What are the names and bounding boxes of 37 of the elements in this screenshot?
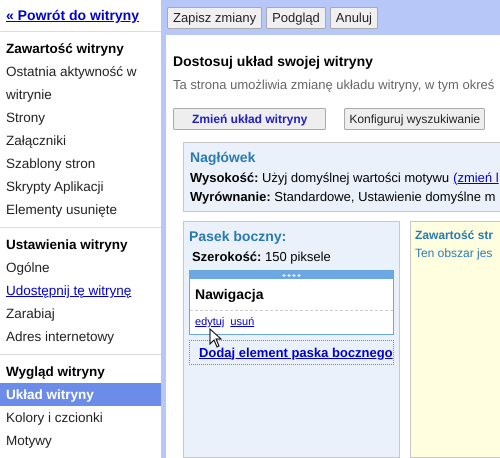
section-heading: Wygląd witryny (5, 363, 106, 381)
sidebar-item[interactable]: Adres internetowy (0, 325, 161, 348)
cursor-icon (209, 328, 222, 348)
action-button[interactable]: Zmień układ witryny (173, 108, 326, 130)
back-link[interactable]: « Powrót do witryny (6, 5, 140, 26)
sidebar-item[interactable]: Szablony stron (0, 152, 161, 175)
change-link[interactable]: (zmień l (453, 168, 499, 187)
sidebar-item[interactable]: Kolory i czcionki (0, 406, 161, 429)
sidebar-item[interactable]: Zarabiaj (0, 302, 161, 325)
sidebar-item[interactable]: Strony (0, 106, 161, 129)
sidebar-item[interactable]: Elementy usunięte (0, 198, 161, 221)
toolbar-button[interactable]: Podgląd (266, 6, 326, 28)
setting-text: Wyrównanie: Standardowe, Ustawienie domyślne m (190, 188, 496, 206)
sidebar-item[interactable]: Ogólne (0, 256, 161, 279)
panel-title: Zawartość str (415, 226, 494, 244)
panel-title: Nagłówek (190, 148, 256, 167)
toolbar-button[interactable]: Anuluj (330, 6, 378, 28)
gadget-title: Nawigacja (190, 279, 393, 311)
sidebar-item[interactable]: Ostatnia aktywność w witrynie (0, 60, 161, 106)
page-title: Dostosuj układ swojej witryny (173, 52, 374, 71)
sidebar-item[interactable]: Skrypty Aplikacji (0, 175, 161, 198)
toolbar-button[interactable]: Zapisz zmiany (167, 6, 262, 28)
sidebar-item[interactable]: Udostępnij tę witrynę (0, 279, 161, 302)
drag-handle-icon[interactable] (282, 272, 302, 278)
gadget-card[interactable]: Nawigacja edytuj usuń (189, 270, 394, 334)
sidebar-item[interactable]: Motywy (0, 429, 161, 452)
gadget-link[interactable]: edytuj (195, 314, 224, 330)
setting-text: Wysokość: Użyj domyślnej wartości motywu (190, 168, 450, 187)
section-heading: Ustawienia witryny (5, 236, 129, 254)
section-heading: Zawartość witryny (5, 40, 125, 58)
gadget-link[interactable]: usuń (230, 314, 254, 330)
page-description: Ta strona umożliwia zmianę układu witryny, w tym okreś (173, 76, 496, 94)
panel-text: Ten obszar jes (415, 244, 492, 262)
action-button[interactable]: Konfiguruj wyszukiwanie (344, 108, 486, 130)
sidebar-item[interactable]: Załączniki (0, 129, 161, 152)
panel-title: Pasek boczny: (189, 226, 288, 246)
width-text: Szerokość: 150 piksele (192, 248, 332, 266)
